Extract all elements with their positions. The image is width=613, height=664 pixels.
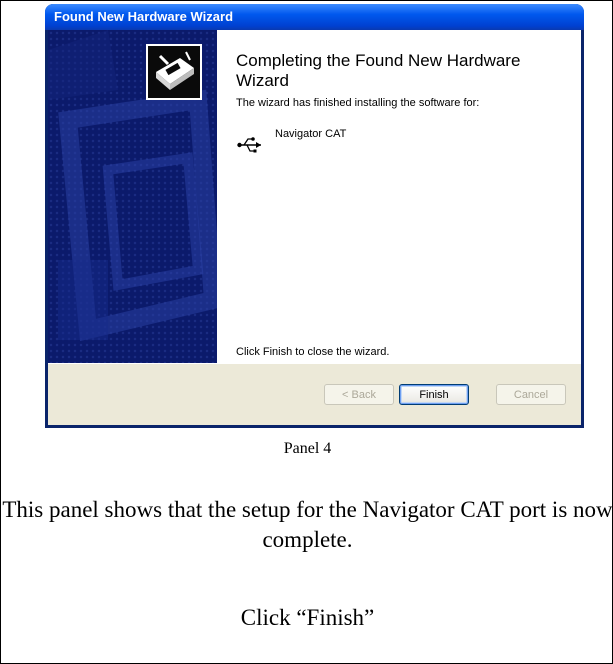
- wizard-subtext: The wizard has finished installing the s…: [236, 97, 480, 109]
- panel-instruction: Click “Finish”: [240, 605, 375, 630]
- document-frame: Found New Hardware Wizard Completing the…: [0, 0, 613, 664]
- wizard-side-graphic: [48, 30, 217, 363]
- window-title: Found New Hardware Wizard: [45, 4, 584, 30]
- wizard-window: Found New Hardware Wizard Completing the…: [45, 4, 584, 428]
- device-row: Navigator CAT: [237, 128, 537, 162]
- wizard-heading: Completing the Found New Hardware Wizard: [236, 51, 521, 90]
- wizard-content: Completing the Found New Hardware Wizard…: [217, 30, 581, 363]
- wizard-footer-text: Click Finish to close the wizard.: [236, 346, 390, 358]
- hardware-wizard-icon: [146, 44, 202, 100]
- panel-description: This panel shows that the setup for the …: [2, 497, 613, 552]
- usb-icon: [237, 137, 261, 153]
- finish-button[interactable]: Finish: [399, 384, 469, 405]
- device-name: Navigator CAT: [275, 128, 347, 140]
- wizard-button-bar: < Back Finish Cancel: [48, 363, 581, 425]
- back-button[interactable]: < Back: [324, 384, 394, 405]
- cancel-button[interactable]: Cancel: [496, 384, 566, 405]
- wizard-client-area: Completing the Found New Hardware Wizard…: [48, 30, 581, 425]
- panel-label: Panel 4: [283, 440, 332, 457]
